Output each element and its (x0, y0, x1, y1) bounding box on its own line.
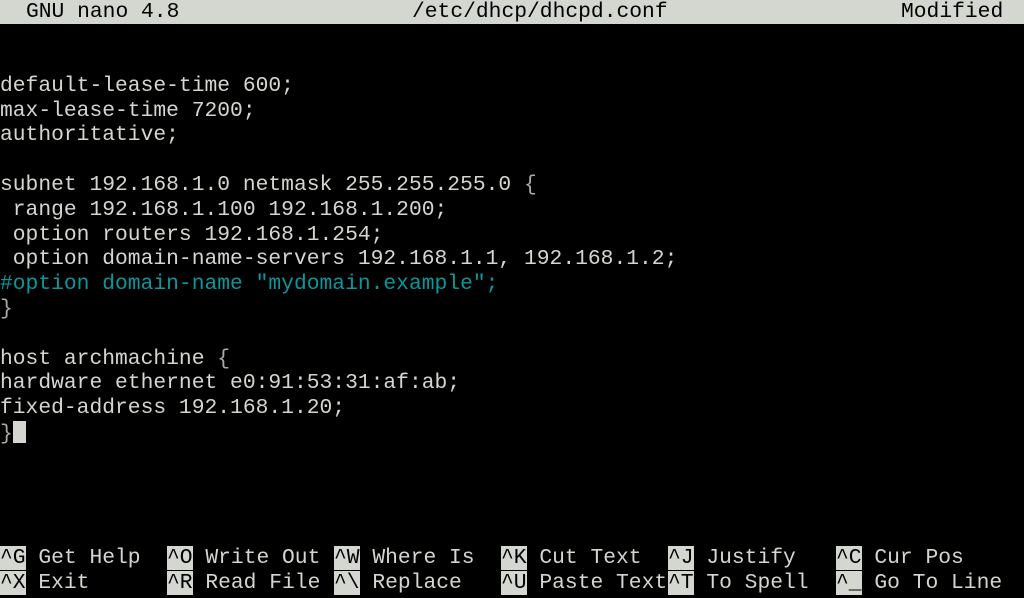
code-line[interactable]: } (0, 297, 1024, 322)
shortcut-label: Cur Pos (861, 546, 964, 570)
file-name: /etc/dhcp/dhcpd.conf (412, 0, 668, 24)
line-text: subnet 192.168.1.0 netmask 255.255.255.0 (0, 172, 524, 197)
shortcut-cur-pos[interactable]: ^C Cur Pos (836, 546, 964, 571)
shortcut-key: ^G (0, 546, 26, 570)
shortcut-label: Cut Text (526, 546, 642, 570)
brace: { (217, 346, 231, 371)
shortcut-bar: ^G Get Help ^O Write Out ^W Where Is ^K Cut… (0, 546, 1024, 596)
line-text: authoritative; (0, 123, 179, 148)
shortcut-key: ^W (334, 546, 360, 570)
shortcut-label: To Spell (693, 571, 809, 595)
shortcut-write-out[interactable]: ^O Write Out (167, 546, 320, 571)
shortcut-where-is[interactable]: ^W Where Is (334, 546, 475, 571)
line-text: option routers 192.168.1.254; (0, 222, 384, 247)
shortcut-label: Go To Line (861, 571, 1003, 595)
line-text: fixed-address 192.168.1.20; (0, 396, 346, 421)
shortcut-label: Justify (693, 546, 796, 570)
code-line[interactable]: default-lease-time 600; (0, 74, 1024, 99)
line-text: #option domain-name "mydomain.example"; (0, 272, 499, 297)
code-line[interactable]: option routers 192.168.1.254; (0, 223, 1024, 248)
line-text: max-lease-time 7200; (0, 98, 256, 123)
modified-status: Modified (901, 0, 1004, 24)
title-bar: GNU nano 4.8 /etc/dhcp/dhcpd.conf Modifi… (0, 0, 1024, 24)
shortcut-key: ^R (167, 571, 193, 595)
shortcut-key: ^C (836, 546, 862, 570)
code-line[interactable] (0, 49, 1024, 74)
code-line[interactable]: authoritative; (0, 123, 1024, 148)
shortcut-key: ^_ (836, 571, 862, 595)
shortcut-label: Exit (25, 571, 90, 595)
shortcut-key: ^U (501, 571, 527, 595)
comment-line[interactable]: #option domain-name "mydomain.example"; (0, 272, 1024, 297)
shortcut-paste-text[interactable]: ^U Paste Text (501, 571, 667, 596)
shortcut-key: ^K (501, 546, 527, 570)
code-line[interactable] (0, 148, 1024, 173)
brace: { (524, 172, 537, 197)
shortcut-read-file[interactable]: ^R Read File (167, 571, 320, 596)
app-version: GNU nano 4.8 (26, 0, 180, 24)
code-line[interactable]: option domain-name-servers 192.168.1.1, … (0, 247, 1024, 272)
shortcut-label: Paste Text (526, 571, 668, 595)
shortcut-label: Replace (359, 571, 462, 595)
brace: } (0, 421, 13, 446)
line-text: range 192.168.1.100 192.168.1.200; (0, 197, 448, 222)
code-line[interactable]: fixed-address 192.168.1.20; (0, 396, 1024, 421)
shortcut-key: ^X (0, 571, 26, 595)
shortcut-key: ^J (668, 546, 694, 570)
code-line[interactable]: host archmachine { (0, 347, 1024, 372)
shortcut-label: Read File (192, 571, 321, 595)
shortcut-get-help[interactable]: ^G Get Help (0, 546, 141, 571)
text-cursor (12, 420, 26, 443)
line-text: hardware ethernet e0:91:53:31:af:ab; (0, 371, 461, 396)
shortcut-cut-text[interactable]: ^K Cut Text (501, 546, 642, 571)
shortcut-justify[interactable]: ^J Justify (668, 546, 796, 571)
shortcut-key: ^\ (334, 571, 360, 595)
shortcut-replace[interactable]: ^\ Replace (334, 571, 462, 596)
editor-text-area[interactable]: default-lease-time 600; max-lease-time 72… (0, 49, 1024, 446)
code-line[interactable]: } (0, 420, 1024, 446)
shortcut-row-1: ^G Get Help ^O Write Out ^W Where Is ^K Cut… (0, 546, 1024, 571)
shortcut-exit[interactable]: ^X Exit (0, 571, 89, 596)
brace: } (0, 296, 13, 321)
line-text: host archmachine (0, 346, 218, 371)
line-text: default-lease-time 600; (0, 73, 294, 98)
line-text: option domain-name-servers 192.168.1.1, … (0, 247, 678, 272)
shortcut-row-2: ^X Exit ^R Read File ^\ Replace ^U Paste Te… (0, 571, 1024, 596)
code-line[interactable]: max-lease-time 7200; (0, 99, 1024, 124)
shortcut-key: ^T (668, 571, 694, 595)
shortcut-go-to-line[interactable]: ^_ Go To Line (836, 571, 1002, 596)
shortcut-label: Where Is (359, 546, 475, 570)
shortcut-to-spell[interactable]: ^T To Spell (668, 571, 809, 596)
shortcut-label: Get Help (25, 546, 141, 570)
shortcut-key: ^O (167, 546, 193, 570)
shortcut-label: Write Out (192, 546, 321, 570)
code-line[interactable] (0, 322, 1024, 347)
code-line[interactable]: subnet 192.168.1.0 netmask 255.255.255.0… (0, 173, 1024, 198)
code-line[interactable]: range 192.168.1.100 192.168.1.200; (0, 198, 1024, 223)
code-line[interactable]: hardware ethernet e0:91:53:31:af:ab; (0, 371, 1024, 396)
